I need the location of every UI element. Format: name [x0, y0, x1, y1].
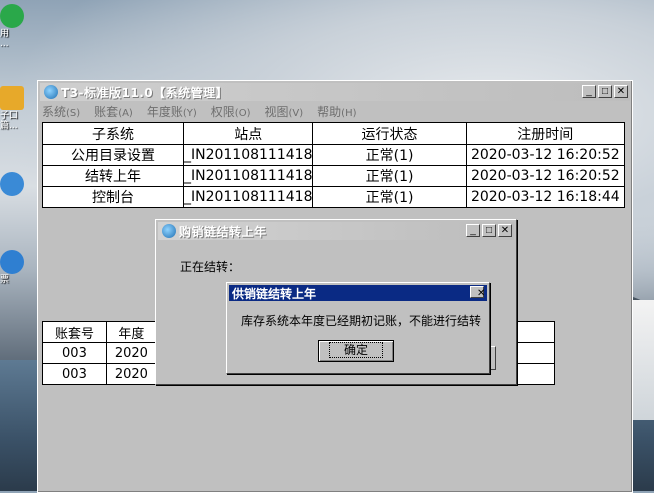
menu-view[interactable]: 视图(V)	[264, 103, 303, 120]
subsystem-table: 子系统 站点 运行状态 注册时间 公用目录设置 _IN201108111418 …	[42, 122, 626, 208]
status-cell: 正常(1)	[312, 186, 467, 208]
ok-button-label: 确定	[328, 342, 383, 358]
register-time-cell: 2020-03-12 16:20:52	[465, 144, 626, 166]
account-no-cell: 003	[42, 342, 107, 364]
menu-annual-account[interactable]: 年度账(Y)	[147, 103, 197, 120]
year-cell: 2020	[105, 342, 157, 364]
desktop-shortcut-2[interactable]: 子口 篇...	[0, 86, 30, 131]
subsystem-cell: 公用目录设置	[42, 144, 184, 166]
column-header[interactable]: 站点	[182, 122, 314, 145]
close-button[interactable]: ✕	[614, 85, 628, 98]
app-icon	[0, 172, 24, 196]
minimize-button[interactable]: _	[582, 85, 596, 98]
column-header[interactable]: 注册时间	[465, 122, 626, 145]
message-title: 供销链结转上年	[232, 286, 317, 301]
table-row[interactable]: 控制台 _IN201108111418 正常(1) 2020-03-12 16:…	[42, 186, 626, 208]
column-header[interactable]: 运行状态	[312, 122, 467, 145]
table-header-row: 子系统 站点 运行状态 注册时间	[42, 122, 626, 145]
carry-over-title: 购销链结转上年	[179, 224, 267, 239]
desktop-shortcut-label: 用...	[0, 29, 10, 49]
app-icon	[0, 86, 24, 110]
desktop-shortcut-3[interactable]	[0, 172, 30, 197]
status-cell: 正常(1)	[312, 144, 467, 166]
desktop-shortcut-label: 票	[0, 275, 10, 285]
menu-system[interactable]: 系统(S)	[42, 103, 80, 120]
register-time-cell: 2020-03-12 16:18:44	[465, 186, 626, 208]
menu-bar: 系统(S) 账套(A) 年度账(Y) 权限(O) 视图(V) 帮助(H)	[42, 102, 357, 120]
menu-account[interactable]: 账套(A)	[94, 103, 133, 120]
subsystem-cell: 控制台	[42, 186, 184, 208]
status-cell: 正常(1)	[312, 165, 467, 187]
main-window-title: T3-标准版11.0【系统管理】	[61, 85, 229, 100]
site-cell: _IN201108111418	[182, 144, 314, 166]
site-cell: _IN201108111418	[182, 186, 314, 208]
desktop-shortcut-4[interactable]: 票	[0, 250, 30, 285]
message-text: 库存系统本年度已经期初记账，不能进行结转	[241, 314, 482, 328]
table-row[interactable]: 公用目录设置 _IN201108111418 正常(1) 2020-03-12 …	[42, 144, 626, 166]
register-time-cell: 2020-03-12 16:20:52	[465, 165, 626, 187]
column-header[interactable]: 账套号	[42, 321, 107, 343]
message-titlebar[interactable]: 供销链结转上年 ✕	[229, 285, 487, 301]
ok-button[interactable]: 确定	[318, 340, 394, 362]
subsystem-cell: 结转上年	[42, 165, 184, 187]
minimize-button[interactable]: _	[466, 224, 480, 237]
app-icon	[0, 250, 24, 274]
desktop-shortcut-1[interactable]: 用...	[0, 4, 30, 49]
column-header[interactable]: 年度	[105, 321, 157, 343]
maximize-button[interactable]: □	[482, 224, 496, 237]
message-dialog: 供销链结转上年 ✕ 库存系统本年度已经期初记账，不能进行结转 确定	[226, 282, 490, 374]
t3-app-icon	[44, 85, 58, 99]
site-cell: _IN201108111418	[182, 165, 314, 187]
account-no-cell: 003	[42, 363, 107, 385]
table-row[interactable]: 结转上年 _IN201108111418 正常(1) 2020-03-12 16…	[42, 165, 626, 187]
column-header[interactable]: 子系统	[42, 122, 184, 145]
menu-permission[interactable]: 权限(O)	[211, 103, 251, 120]
app-icon	[0, 4, 24, 28]
close-button[interactable]: ✕	[498, 224, 512, 237]
progress-label: 正在结转：	[180, 260, 241, 274]
year-cell: 2020	[105, 363, 157, 385]
close-button[interactable]: ✕	[470, 286, 485, 299]
maximize-button[interactable]: □	[598, 85, 612, 98]
carry-over-titlebar[interactable]: 购销链结转上年 _ □ ✕	[158, 222, 514, 240]
desktop-shortcut-label: 子口 篇...	[0, 111, 19, 131]
t3-app-icon	[162, 224, 176, 238]
menu-help[interactable]: 帮助(H)	[317, 103, 356, 120]
main-titlebar[interactable]: T3-标准版11.0【系统管理】 _ □ ✕	[40, 83, 630, 101]
